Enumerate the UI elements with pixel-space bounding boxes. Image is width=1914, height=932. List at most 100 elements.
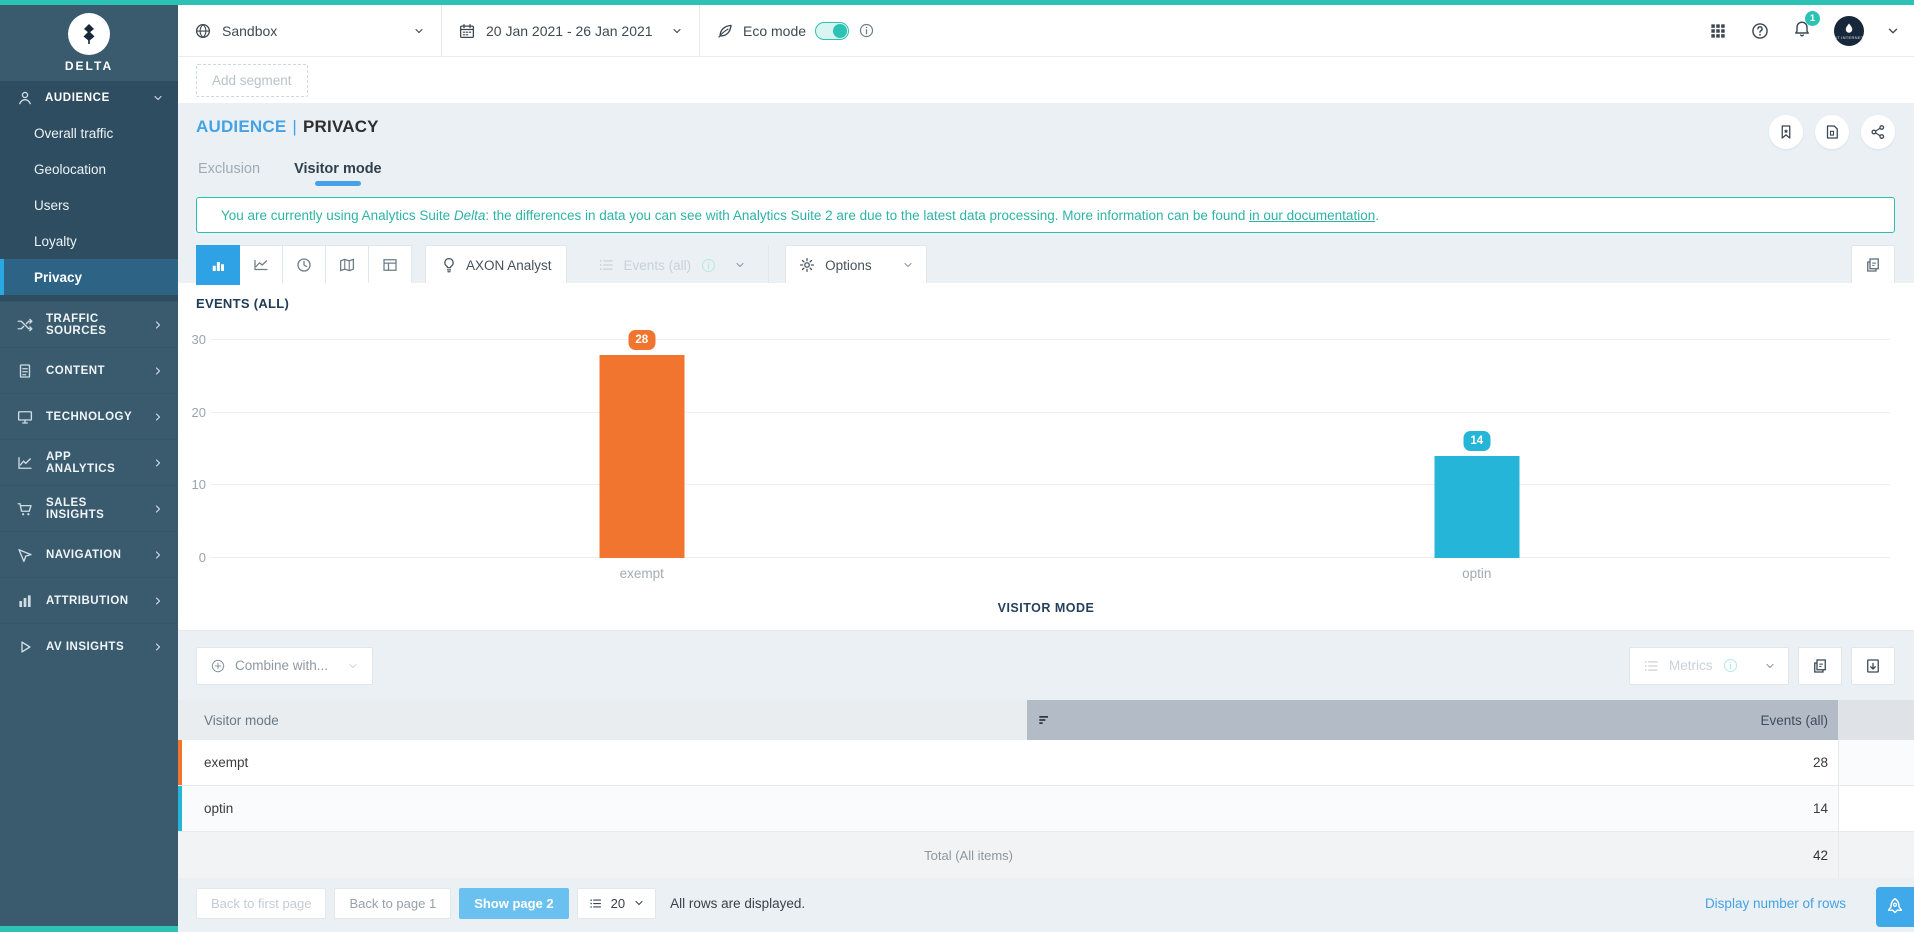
x-axis-category: exempt	[620, 566, 664, 581]
documentation-link[interactable]: in our documentation	[1249, 208, 1375, 223]
sidebar-item-privacy[interactable]: Privacy	[0, 259, 178, 295]
pagination-status: All rows are displayed.	[670, 896, 805, 911]
chevron-down-icon	[1764, 660, 1776, 672]
chart-type-line-button[interactable]	[239, 245, 283, 285]
date-range-selector[interactable]: 20 Jan 2021 - 26 Jan 2021	[442, 5, 700, 56]
options-dropdown[interactable]: Options	[785, 245, 927, 285]
monitor-icon	[16, 408, 34, 426]
share-button[interactable]	[1861, 115, 1895, 149]
leaf-icon	[716, 22, 734, 40]
y-axis-tick: 20	[192, 405, 206, 420]
sidebar: DELTA AUDIENCE Overall traffic Geolocati…	[0, 5, 178, 932]
site-name: Sandbox	[222, 23, 403, 39]
line-chart-icon	[252, 256, 270, 274]
breadcrumb-section[interactable]: AUDIENCE	[196, 117, 286, 136]
chevron-right-icon	[152, 365, 164, 377]
topbar: Sandbox 20 Jan 2021 - 26 Jan 2021 Eco mo…	[178, 5, 1914, 57]
sidebar-item-technology[interactable]: TECHNOLOGY	[0, 393, 178, 439]
table-header-row: Visitor mode Events (all)	[178, 700, 1914, 740]
sidebar-item-content[interactable]: CONTENT	[0, 347, 178, 393]
total-value: 42	[1027, 832, 1838, 878]
copy-icon	[1864, 256, 1882, 274]
combine-with-dropdown[interactable]: Combine with...	[196, 647, 373, 685]
sidebar-item-users[interactable]: Users	[0, 187, 178, 223]
bar-chart-icon	[209, 256, 227, 274]
copy-chart-button[interactable]	[1851, 245, 1895, 285]
table-row[interactable]: exempt 28	[178, 740, 1914, 786]
sidebar-group-label: AUDIENCE	[45, 92, 141, 104]
chart-plot: 302010028exempt14optin	[210, 340, 1890, 558]
table-row[interactable]: optin 14	[178, 786, 1914, 832]
chart-type-bar-button[interactable]	[196, 245, 240, 285]
events-metric-selector[interactable]: Events (all)	[597, 256, 747, 274]
info-icon	[1722, 657, 1739, 674]
eco-mode-toggle[interactable]	[815, 22, 849, 40]
sidebar-item-audience[interactable]: AUDIENCE	[0, 81, 178, 115]
sidebar-item-geolocation[interactable]: Geolocation	[0, 151, 178, 187]
info-icon[interactable]	[858, 22, 875, 39]
show-page-2-button[interactable]: Show page 2	[459, 888, 568, 919]
chart-xaxis-title: VISITOR MODE	[178, 601, 1914, 615]
plus-circle-icon	[210, 658, 226, 674]
metrics-dropdown[interactable]: Metrics	[1629, 647, 1789, 685]
bar-value-badge: 28	[628, 330, 655, 350]
segment-bar: Add segment	[178, 57, 1914, 103]
bookmark-icon	[1777, 123, 1795, 141]
tab-exclusion[interactable]: Exclusion	[198, 161, 260, 184]
chevron-right-icon	[152, 319, 164, 331]
file-icon	[1823, 123, 1841, 141]
sidebar-item-traffic-sources[interactable]: TRAFFIC SOURCES	[0, 301, 178, 347]
list-icon	[597, 256, 615, 274]
chevron-down-icon	[902, 259, 914, 271]
display-number-of-rows-link[interactable]: Display number of rows	[1705, 896, 1846, 911]
sidebar-item-navigation[interactable]: NAVIGATION	[0, 531, 178, 577]
chevron-down-icon	[413, 25, 425, 37]
chevron-right-icon	[152, 411, 164, 423]
sidebar-item-loyalty[interactable]: Loyalty	[0, 223, 178, 259]
back-to-first-page-button[interactable]: Back to first page	[196, 888, 326, 919]
copy-table-button[interactable]	[1798, 647, 1842, 685]
info-banner: You are currently using Analytics Suite …	[196, 197, 1895, 233]
x-axis-category: optin	[1462, 566, 1491, 581]
list-icon	[588, 896, 603, 911]
rows-per-page-dropdown[interactable]: 20	[577, 888, 656, 919]
help-icon[interactable]	[1750, 21, 1770, 41]
user-avatar[interactable]: AT INTERNET	[1834, 16, 1864, 46]
column-header-visitor-mode[interactable]: Visitor mode	[178, 700, 1027, 740]
cart-icon	[16, 500, 34, 518]
chart-type-table-button[interactable]	[368, 245, 412, 285]
divider	[768, 245, 769, 285]
sidebar-item-overall-traffic[interactable]: Overall traffic	[0, 115, 178, 151]
chart-bar-optin[interactable]	[1434, 456, 1519, 558]
export-table-button[interactable]	[1851, 647, 1895, 685]
sidebar-item-attribution[interactable]: ATTRIBUTION	[0, 577, 178, 623]
chart-type-time-button[interactable]	[282, 245, 326, 285]
sort-desc-icon[interactable]	[1036, 712, 1052, 728]
rocket-icon	[1884, 896, 1906, 918]
column-header-events[interactable]: Events (all)	[1027, 700, 1838, 740]
chart-bar-exempt[interactable]	[599, 355, 684, 558]
feedback-rocket-button[interactable]	[1876, 887, 1914, 927]
droplet-logo-icon	[1843, 22, 1855, 34]
apps-grid-icon[interactable]	[1708, 21, 1728, 41]
report-button[interactable]	[1815, 115, 1849, 149]
shuffle-icon	[16, 316, 34, 334]
site-selector[interactable]: Sandbox	[178, 5, 442, 56]
chart-type-map-button[interactable]	[325, 245, 369, 285]
eco-mode-section: Eco mode	[700, 5, 891, 56]
tab-visitor-mode[interactable]: Visitor mode	[294, 161, 382, 184]
y-axis-tick: 0	[199, 550, 206, 565]
axon-analyst-button[interactable]: AXON Analyst	[425, 245, 567, 285]
notifications-button[interactable]: 1	[1792, 18, 1812, 43]
chart-card: EVENTS (ALL) 302010028exempt14optin VISI…	[178, 283, 1914, 630]
back-to-page-1-button[interactable]: Back to page 1	[334, 888, 451, 919]
sidebar-item-app-analytics[interactable]: APP ANALYTICS	[0, 439, 178, 485]
bookmark-button[interactable]	[1769, 115, 1803, 149]
page-header: AUDIENCE|PRIVACY Exclusion Visitor mode …	[178, 103, 1914, 283]
add-segment-button[interactable]: Add segment	[196, 64, 308, 97]
page-title: AUDIENCE|PRIVACY	[196, 117, 379, 137]
sidebar-item-sales-insights[interactable]: SALES INSIGHTS	[0, 485, 178, 531]
sidebar-item-av-insights[interactable]: AV INSIGHTS	[0, 623, 178, 669]
user-menu-chevron-icon[interactable]	[1886, 24, 1900, 38]
brand-logo[interactable]: DELTA	[0, 5, 178, 81]
